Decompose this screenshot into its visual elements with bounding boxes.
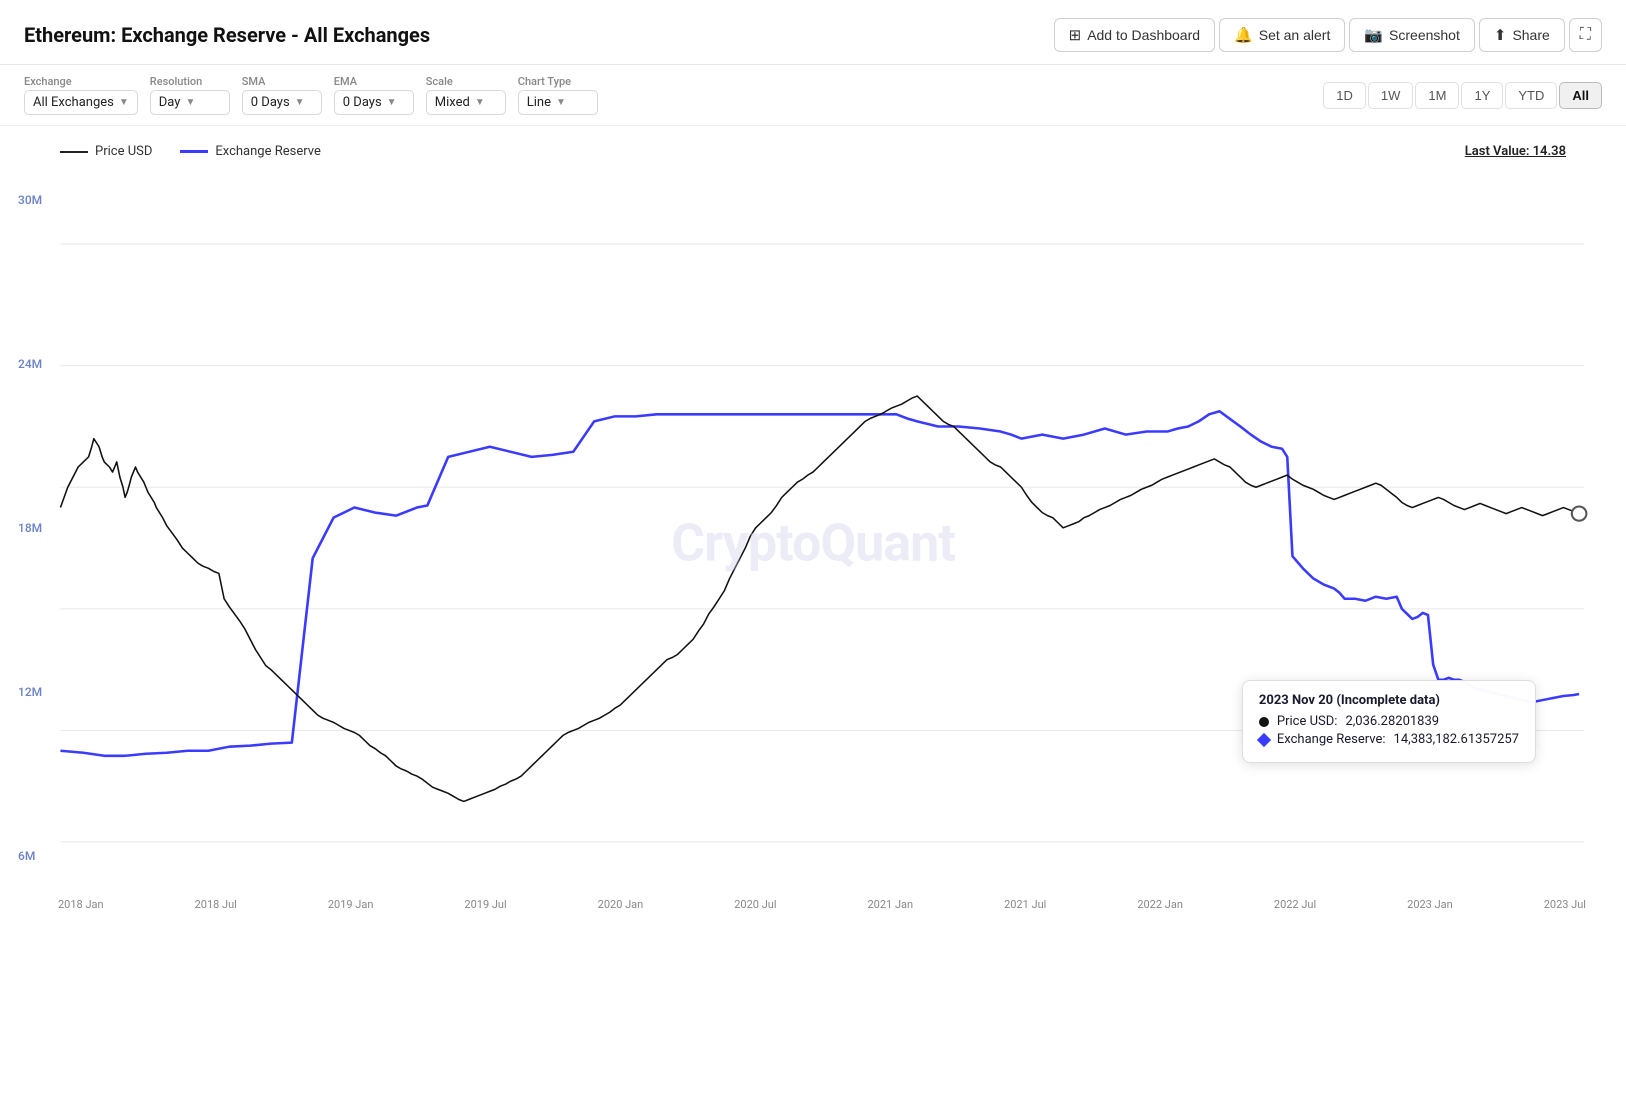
scale-control: Scale Mixed ▼ [426, 75, 506, 115]
ema-label: EMA [334, 75, 414, 88]
x-label-2021jul: 2021 Jul [1004, 898, 1046, 911]
set-alert-button[interactable]: 🔔 Set an alert [1219, 18, 1345, 52]
tooltip-reserve-row: Exchange Reserve: 14,383,182.61357257 [1259, 732, 1519, 747]
resolution-label: Resolution [150, 75, 230, 88]
legend-reserve: Exchange Reserve [180, 144, 320, 159]
x-label-2018jan: 2018 Jan [58, 898, 104, 911]
chart-svg [0, 163, 1626, 923]
x-label-2019jan: 2019 Jan [328, 898, 374, 911]
bell-icon: 🔔 [1234, 26, 1253, 44]
legend-row: Price USD Exchange Reserve Last Value: 1… [0, 136, 1626, 163]
sma-control: SMA 0 Days ▼ [242, 75, 322, 115]
time-btn-1y[interactable]: 1Y [1461, 82, 1503, 109]
resolution-dropdown-arrow: ▼ [185, 97, 195, 108]
tooltip-reserve-dot [1257, 732, 1271, 746]
header: Ethereum: Exchange Reserve - All Exchang… [0, 0, 1626, 65]
chart-container[interactable]: 30M 24M 18M 12M 6M [0, 163, 1626, 923]
ema-dropdown-arrow: ▼ [387, 97, 397, 108]
time-btn-1w[interactable]: 1W [1368, 82, 1414, 109]
tooltip-price-dot [1259, 717, 1269, 727]
sma-label: SMA [242, 75, 322, 88]
legend-price: Price USD [60, 144, 152, 159]
chart-area: Price USD Exchange Reserve Last Value: 1… [0, 126, 1626, 923]
controls-bar: Exchange All Exchanges ▼ Resolution Day … [0, 65, 1626, 126]
share-button[interactable]: ⬆ Share [1479, 18, 1565, 52]
exchange-control: Exchange All Exchanges ▼ [24, 75, 138, 115]
legend-reserve-label: Exchange Reserve [215, 144, 320, 159]
legend-items: Price USD Exchange Reserve [60, 144, 321, 159]
x-label-2020jul: 2020 Jul [734, 898, 776, 911]
chart-type-select[interactable]: Line ▼ [518, 90, 598, 115]
tooltip-date: 2023 Nov 20 (Incomplete data) [1259, 693, 1519, 708]
tooltip-price-label: Price USD: [1277, 714, 1338, 729]
exchange-label: Exchange [24, 75, 138, 88]
x-label-2022jul: 2022 Jul [1274, 898, 1316, 911]
exchange-dropdown-arrow: ▼ [119, 97, 129, 108]
scale-label: Scale [426, 75, 506, 88]
expand-button[interactable]: ⛶ [1569, 18, 1602, 52]
ema-select[interactable]: 0 Days ▼ [334, 90, 414, 115]
x-label-2022jan: 2022 Jan [1137, 898, 1183, 911]
legend-price-label: Price USD [95, 144, 152, 159]
tooltip-reserve-label: Exchange Reserve: [1277, 732, 1386, 747]
chart-type-dropdown-arrow: ▼ [556, 97, 566, 108]
camera-icon: 📷 [1364, 26, 1383, 44]
scale-select[interactable]: Mixed ▼ [426, 90, 506, 115]
x-label-2023jul: 2023 Jul [1544, 898, 1586, 911]
reserve-line-indicator [180, 150, 208, 153]
last-value-display: Last Value: 14.38 [1465, 144, 1566, 159]
x-label-2020jan: 2020 Jan [598, 898, 644, 911]
expand-icon: ⛶ [1580, 26, 1591, 43]
price-end-dot [1572, 507, 1587, 521]
screenshot-button[interactable]: 📷 Screenshot [1349, 18, 1475, 52]
header-actions: ⊞ Add to Dashboard 🔔 Set an alert 📷 Scre… [1054, 18, 1602, 52]
x-label-2021jan: 2021 Jan [867, 898, 913, 911]
sma-dropdown-arrow: ▼ [295, 97, 305, 108]
time-range-bar: 1D 1W 1M 1Y YTD All [1323, 82, 1602, 109]
sma-select[interactable]: 0 Days ▼ [242, 90, 322, 115]
scale-dropdown-arrow: ▼ [475, 97, 485, 108]
time-btn-all[interactable]: All [1559, 82, 1602, 109]
resolution-select[interactable]: Day ▼ [150, 90, 230, 115]
resolution-control: Resolution Day ▼ [150, 75, 230, 115]
time-btn-ytd[interactable]: YTD [1505, 82, 1557, 109]
x-label-2023jan: 2023 Jan [1407, 898, 1453, 911]
chart-type-control: Chart Type Line ▼ [518, 75, 598, 115]
tooltip-reserve-value: 14,383,182.61357257 [1394, 732, 1519, 747]
ema-control: EMA 0 Days ▼ [334, 75, 414, 115]
time-btn-1m[interactable]: 1M [1415, 82, 1459, 109]
chart-tooltip: 2023 Nov 20 (Incomplete data) Price USD:… [1242, 680, 1536, 763]
dashboard-icon: ⊞ [1069, 26, 1082, 44]
price-line-indicator [60, 151, 88, 153]
chart-type-label: Chart Type [518, 75, 598, 88]
chart-svg-wrapper: CryptoQuant 2023 Nov 20 (Incomplete data… [0, 163, 1626, 923]
x-axis: 2018 Jan 2018 Jul 2019 Jan 2019 Jul 2020… [58, 898, 1586, 911]
tooltip-price-row: Price USD: 2,036.28201839 [1259, 714, 1519, 729]
tooltip-price-value: 2,036.28201839 [1345, 714, 1439, 729]
x-label-2018jul: 2018 Jul [195, 898, 237, 911]
exchange-select[interactable]: All Exchanges ▼ [24, 90, 138, 115]
add-to-dashboard-button[interactable]: ⊞ Add to Dashboard [1054, 18, 1215, 52]
time-btn-1d[interactable]: 1D [1323, 82, 1366, 109]
share-icon: ⬆ [1494, 26, 1507, 44]
x-label-2019jul: 2019 Jul [464, 898, 506, 911]
page-title: Ethereum: Exchange Reserve - All Exchang… [24, 23, 430, 47]
